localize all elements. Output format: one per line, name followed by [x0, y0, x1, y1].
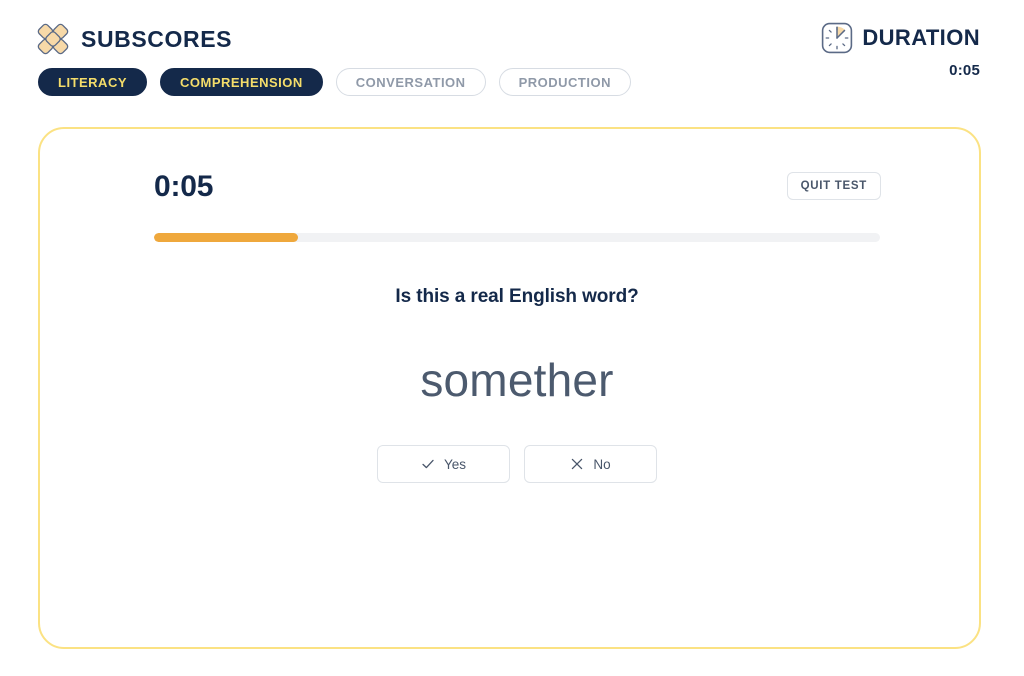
tab-production-label: PRODUCTION	[518, 74, 611, 90]
answer-no-button[interactable]: No	[524, 445, 657, 483]
answer-yes-label: Yes	[443, 456, 467, 472]
progress-bar-track	[154, 233, 880, 242]
test-timer: 0:05	[154, 170, 214, 203]
answer-buttons: Yes No	[154, 445, 880, 483]
diamond-cluster-logo-icon	[36, 22, 70, 56]
test-card: 0:05 QUIT TEST Is this a real English wo…	[38, 127, 981, 649]
tab-literacy-label: LITERACY	[58, 74, 127, 90]
question-text: Is this a real English word?	[395, 286, 639, 307]
tab-conversation-label: CONVERSATION	[355, 74, 466, 90]
duration-block: DURATION 0:05	[821, 22, 980, 79]
clock-icon	[821, 22, 853, 54]
answer-yes-button[interactable]: Yes	[377, 445, 510, 483]
tab-comprehension-label: COMPREHENSION	[180, 74, 303, 90]
tab-literacy[interactable]: LITERACY	[38, 68, 147, 96]
tab-conversation[interactable]: CONVERSATION	[335, 68, 486, 96]
brand-title: SUBSCORES	[81, 25, 233, 52]
tab-comprehension[interactable]: COMPREHENSION	[160, 68, 323, 96]
subscore-tabs: LITERACY COMPREHENSION CONVERSATION PROD…	[38, 68, 631, 96]
brand: SUBSCORES	[36, 22, 232, 56]
answer-no-label: No	[593, 456, 611, 472]
duration-value: 0:05	[949, 62, 980, 79]
prompt-word: somether	[420, 354, 614, 406]
progress-bar-fill	[154, 233, 298, 242]
quit-test-button[interactable]: QUIT TEST	[786, 172, 881, 200]
x-icon	[570, 457, 584, 471]
tab-production[interactable]: PRODUCTION	[498, 68, 631, 96]
duration-label: DURATION	[862, 25, 980, 50]
test-card-content: 0:05 QUIT TEST Is this a real English wo…	[154, 129, 881, 647]
check-icon	[421, 457, 435, 471]
test-card-header: 0:05 QUIT TEST	[154, 169, 881, 205]
